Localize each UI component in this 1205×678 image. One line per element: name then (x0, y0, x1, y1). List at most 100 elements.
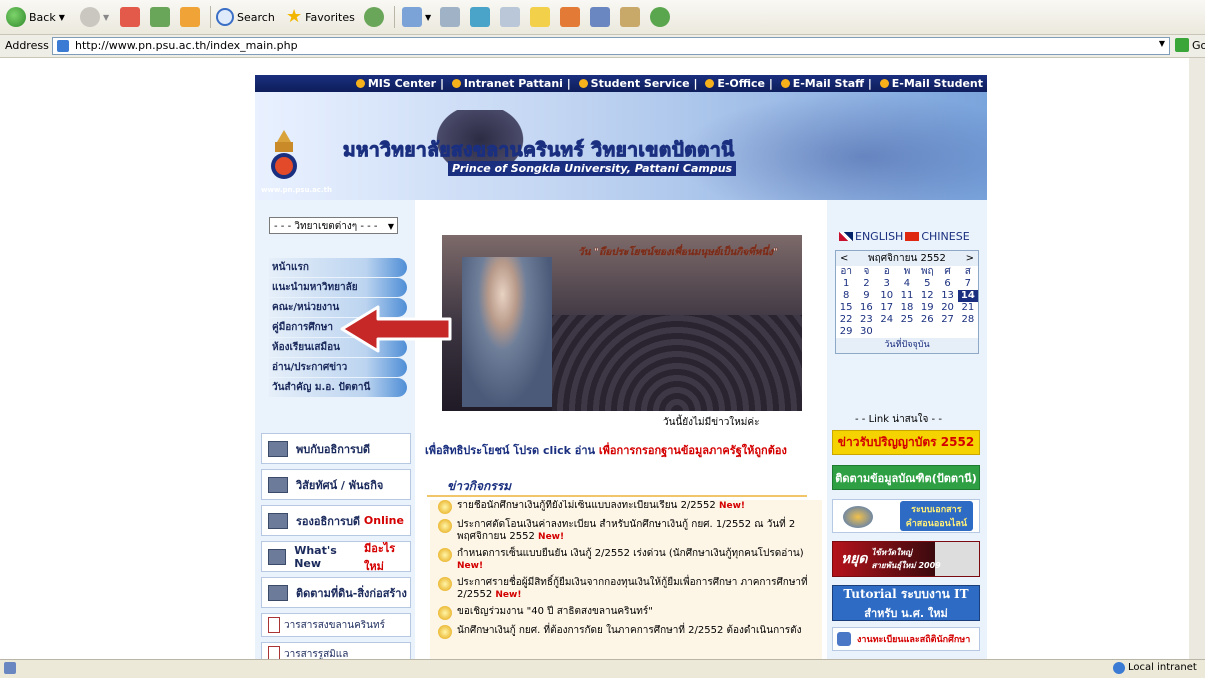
calendar-day[interactable]: 2 (856, 278, 876, 290)
menu-home[interactable]: หน้าแรก (269, 258, 407, 277)
featured-photo[interactable]: วัน "ถือประโยชน์ของเพื่อนมนุษย์เป็นกิจที… (442, 235, 802, 411)
mail-dropdown-icon[interactable]: ▼ (425, 13, 431, 22)
refresh-button[interactable] (150, 5, 170, 29)
notice-part-b: เพื่อการกรอกฐานข้อมูลภาครัฐให้ถูกต้อง (598, 444, 787, 457)
link-graduate-tracking[interactable]: ติดตามข้อมูลบัณฑิต(ปัตตานี) (832, 465, 980, 490)
list-item[interactable]: กำหนดการเซ็นแบบยืนยัน เงินกู้ 2/2552 เร่… (430, 548, 822, 572)
mail-icon (402, 7, 422, 27)
calendar-day[interactable]: 13 (937, 290, 957, 302)
list-item[interactable]: ขอเชิญร่วมงาน "40 ปี สาธิตสงขลานครินทร์" (430, 606, 822, 620)
box-rusamilae-journal[interactable]: วารสารรูสมิแล (261, 642, 411, 659)
calendar-day[interactable]: 26 (917, 314, 937, 326)
box-whats-new[interactable]: What's New มีอะไรใหม่ (261, 541, 411, 573)
mail-button[interactable]: ▼ (402, 5, 431, 29)
refresh-icon (150, 7, 170, 27)
topnav-email-student[interactable]: E-Mail Student (892, 77, 983, 90)
address-input[interactable]: http://www.pn.psu.ac.th/index_main.php ▼ (52, 37, 1170, 55)
prev-month-button[interactable]: < (840, 251, 848, 266)
calendar-day[interactable]: 24 (877, 314, 897, 326)
calendar-day[interactable]: 1 (836, 278, 856, 290)
topnav-intranet[interactable]: Intranet Pattani (464, 77, 563, 90)
stop-button[interactable] (120, 5, 140, 29)
next-month-button[interactable]: > (966, 251, 974, 266)
calendar-dow: ส (964, 266, 971, 277)
calendar-day[interactable]: 16 (856, 302, 876, 314)
calendar-day[interactable]: 4 (897, 278, 917, 290)
link-h1n1-campaign[interactable]: หยุด ไข้หวัดใหญ่ สายพันธุ์ใหม่ 2009 (832, 541, 980, 577)
calendar-day[interactable]: 5 (917, 278, 937, 290)
calendar-day[interactable]: 10 (877, 290, 897, 302)
link-registration[interactable]: งานทะเบียนและสถิตินักศึกษา (832, 627, 980, 651)
web-page: MIS Center | Intranet Pattani | Student … (255, 58, 987, 659)
link-it-tutorial[interactable]: Tutorial ระบบงาน IT สำหรับ น.ศ. ใหม่ (832, 585, 980, 621)
box-meet-president[interactable]: พบกับอธิการบดี (261, 433, 411, 464)
link-label: สำหรับ น.ศ. ใหม่ (864, 606, 948, 620)
go-button[interactable]: Go (1175, 38, 1205, 52)
calendar-day[interactable]: 21 (958, 302, 978, 314)
back-dropdown-icon[interactable]: ▼ (59, 13, 65, 22)
box-vice-president-online[interactable]: รองอธิการบดี Online (261, 505, 411, 536)
search-button[interactable]: Search (216, 5, 275, 29)
calendar-day[interactable]: 23 (856, 314, 876, 326)
contacts-button[interactable] (650, 5, 670, 29)
calendar-day[interactable]: 7 (958, 278, 978, 290)
menu-news[interactable]: อ่าน/ประกาศข่าว (269, 358, 407, 377)
box-construction[interactable]: ติดตามที่ดิน-สิ่งก่อสร้าง (261, 577, 411, 608)
calendar-day[interactable]: 12 (917, 290, 937, 302)
research-button[interactable] (560, 5, 580, 29)
calendar-day[interactable]: 27 (937, 314, 957, 326)
topnav-mis-center[interactable]: MIS Center (368, 77, 436, 90)
menu-about[interactable]: แนะนำมหาวิทยาลัย (269, 278, 407, 297)
calendar-day[interactable]: 22 (836, 314, 856, 326)
link-label: สายพันธุ์ใหม่ 2009 (871, 561, 941, 570)
calendar-day[interactable]: 19 (917, 302, 937, 314)
english-link[interactable]: ENGLISH (855, 230, 903, 243)
edit-button[interactable] (470, 5, 490, 29)
edit-icon (470, 7, 490, 27)
print-button[interactable] (440, 5, 460, 29)
home-button[interactable] (180, 5, 200, 29)
calendar-day[interactable]: 11 (897, 290, 917, 302)
calendar-day[interactable]: 15 (836, 302, 856, 314)
calendar-day[interactable]: 25 (897, 314, 917, 326)
history-button[interactable] (364, 5, 384, 29)
list-item[interactable]: ประกาศตัดโอนเงินค่าลงทะเบียน สำหรับนักศึ… (430, 519, 822, 543)
calendar-day[interactable]: 30 (856, 326, 876, 338)
calendar-day[interactable]: 29 (836, 326, 856, 338)
box-songklanakarin-journal[interactable]: วารสารสงขลานครินทร์ (261, 613, 411, 637)
notes-button[interactable] (530, 5, 550, 29)
chinese-link[interactable]: CHINESE (921, 230, 969, 243)
forward-dropdown-icon[interactable]: ▼ (103, 13, 109, 22)
favorites-button[interactable]: ★ Favorites (286, 5, 355, 29)
list-item[interactable]: ประกาศรายชื่อผู้มีสิทธิ์กู้ยืมเงินจากกอง… (430, 577, 822, 601)
topnav-student-service[interactable]: Student Service (591, 77, 690, 90)
calendar-day[interactable]: 17 (877, 302, 897, 314)
calendar-day[interactable]: 8 (836, 290, 856, 302)
list-item[interactable]: รายชื่อนักศึกษาเงินกู้ที่ยังไม่เซ็นแบบลง… (430, 500, 822, 514)
campus-select[interactable]: - - - วิทยาเขตต่างๆ - - - (269, 217, 398, 235)
vertical-scrollbar[interactable] (1189, 58, 1205, 659)
box-vision[interactable]: วิสัยทัศน์ / พันธกิจ (261, 469, 411, 500)
discuss-button[interactable] (500, 5, 520, 29)
calendar-today-link[interactable]: วันที่ปัจจุบัน (836, 338, 978, 353)
calendar-day[interactable]: 14 (957, 290, 978, 302)
calendar-day[interactable]: 3 (877, 278, 897, 290)
forward-button[interactable]: ▼ (80, 5, 109, 29)
messenger-button[interactable] (620, 5, 640, 29)
back-button[interactable]: Back ▼ (6, 5, 65, 29)
calendar-day[interactable]: 28 (958, 314, 978, 326)
link-document-system[interactable]: ระบบเอกสาร คำสอนออนไลน์ (832, 499, 980, 533)
address-dropdown-icon[interactable]: ▼ (1159, 39, 1165, 48)
calendar-day[interactable]: 20 (937, 302, 957, 314)
topnav-email-staff[interactable]: E-Mail Staff (793, 77, 864, 90)
list-item[interactable]: นักศึกษาเงินกู้ กยศ. ที่ต้องการกัดย ในภา… (430, 625, 822, 639)
link-graduation-news[interactable]: ข่าวรับปริญญาบัตร 2552 (832, 430, 980, 455)
media-button[interactable] (590, 5, 610, 29)
toolbar-separator (210, 6, 211, 28)
menu-important-days[interactable]: วันสำคัญ ม.อ. ปัตตานี (269, 378, 407, 397)
calendar-day[interactable]: 6 (937, 278, 957, 290)
calendar-day[interactable]: 9 (856, 290, 876, 302)
calendar-day[interactable]: 18 (897, 302, 917, 314)
data-notice[interactable]: เพื่อสิทธิประโยชน์ โปรด click อ่าน เพื่อ… (425, 441, 787, 459)
topnav-e-office[interactable]: E-Office (717, 77, 765, 90)
